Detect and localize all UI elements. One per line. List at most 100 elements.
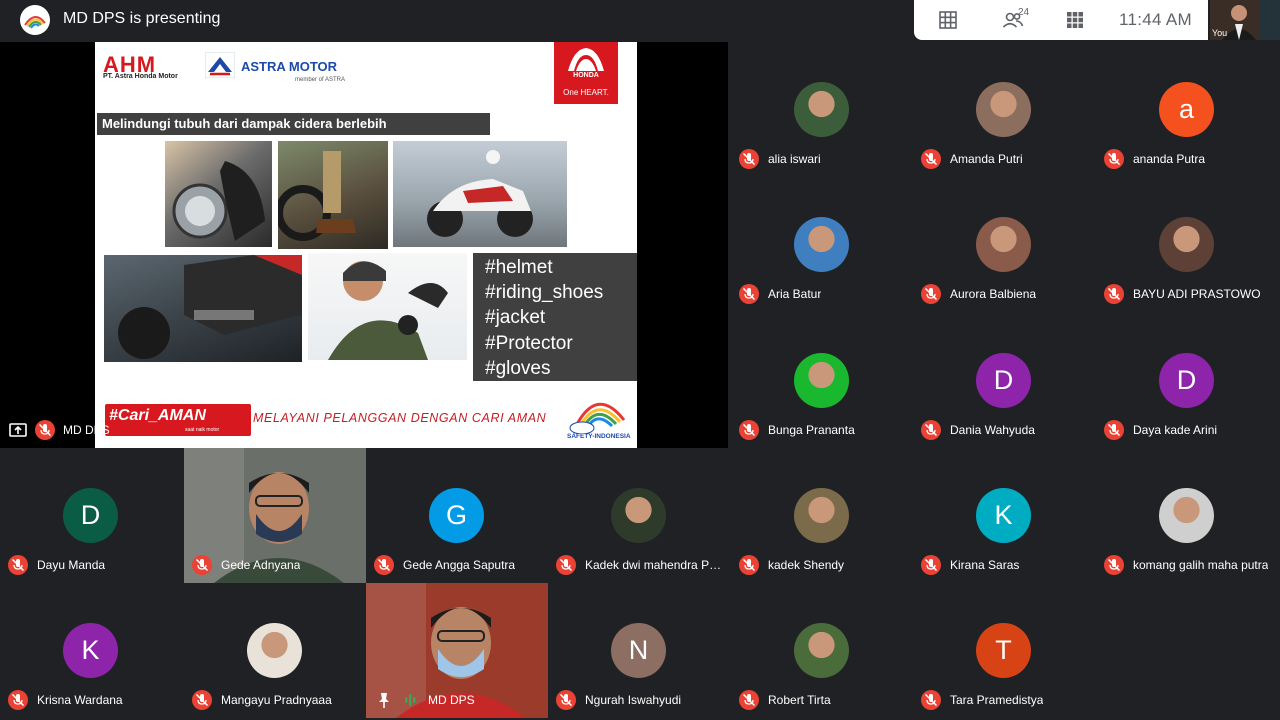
participant-tile[interactable]: Amanda Putri bbox=[913, 42, 1095, 177]
hashtag-item: #Protector bbox=[485, 332, 573, 354]
participant-tile[interactable]: G Gede Angga Saputra bbox=[366, 448, 548, 583]
pin-icon[interactable] bbox=[374, 690, 394, 710]
participant-name: Bunga Prananta bbox=[768, 423, 855, 437]
participant-tile[interactable]: alia iswari bbox=[731, 42, 913, 177]
participant-name: komang galih maha putra bbox=[1133, 558, 1269, 572]
mic-off-icon bbox=[192, 555, 212, 575]
mic-off-icon bbox=[1104, 420, 1124, 440]
participant-tile[interactable]: Bunga Prananta bbox=[731, 313, 913, 448]
participant-name: kadek Shendy bbox=[768, 558, 845, 572]
meeting-logo-icon bbox=[20, 5, 50, 35]
presentation-stage: AHM PT. Astra Honda Motor ASTRA MOTOR me… bbox=[0, 42, 728, 448]
helmet-rider-photo bbox=[165, 141, 272, 247]
astra-subtitle: member of ASTRA bbox=[295, 77, 346, 83]
present-screen-icon[interactable] bbox=[8, 420, 28, 440]
mic-off-icon bbox=[739, 284, 759, 304]
mic-off-icon bbox=[8, 690, 28, 710]
participant-name: Kirana Saras bbox=[950, 558, 1020, 572]
mic-off-icon bbox=[739, 690, 759, 710]
avatar-photo bbox=[976, 217, 1031, 272]
hashtag-item: #jacket bbox=[485, 307, 546, 329]
participant-tile[interactable]: MD DPS bbox=[366, 583, 548, 718]
slide-heading: Melindungi tubuh dari dampak cidera berl… bbox=[97, 113, 490, 135]
rider-gear-photo bbox=[104, 255, 302, 362]
avatar-photo bbox=[794, 217, 849, 272]
participant-tile[interactable]: a ananda Putra bbox=[1096, 42, 1278, 177]
participant-name: Aurora Balbiena bbox=[950, 287, 1037, 301]
hashtag-item: #helmet bbox=[485, 257, 553, 278]
participant-tile[interactable]: Aria Batur bbox=[731, 177, 913, 312]
participant-name: Krisna Wardana bbox=[37, 693, 123, 707]
mic-off-icon bbox=[739, 420, 759, 440]
participant-tile[interactable]: D Dania Wahyuda bbox=[913, 313, 1095, 448]
avatar-photo bbox=[1159, 217, 1214, 272]
participant-tile[interactable]: komang galih maha putra bbox=[1096, 448, 1278, 583]
self-view-thumbnail[interactable]: You bbox=[1210, 0, 1280, 40]
participant-name: Gede Angga Saputra bbox=[403, 558, 516, 572]
participant-tile[interactable]: K Krisna Wardana bbox=[0, 583, 182, 718]
avatar-letter: K bbox=[976, 488, 1031, 543]
participant-name: Gede Adnyana bbox=[221, 558, 301, 572]
presentation-slide: AHM PT. Astra Honda Motor ASTRA MOTOR me… bbox=[95, 42, 637, 448]
safety-indonesia-text: SAFETY-INDONESIA bbox=[567, 433, 631, 440]
participant-tile[interactable]: Mangayu Pradnyaaa bbox=[184, 583, 366, 718]
cari-aman-text: #Cari_AMAN bbox=[109, 407, 206, 424]
honda-slogan: One HEART. bbox=[563, 88, 609, 97]
cari-aman-subtitle: saat naik motor bbox=[185, 427, 220, 433]
participant-name: Mangayu Pradnyaaa bbox=[221, 693, 332, 707]
participant-tile[interactable]: BAYU ADI PRASTOWO bbox=[1096, 177, 1278, 312]
participant-name: Aria Batur bbox=[768, 287, 822, 301]
participant-tile[interactable]: Kadek dwi mahendra Putr... bbox=[548, 448, 730, 583]
astra-motor-brand: ASTRA MOTOR bbox=[241, 59, 338, 74]
participant-tile[interactable]: Gede Adnyana bbox=[184, 448, 366, 583]
top-bar: MD DPS is presenting 11:44 AM 24 You bbox=[0, 0, 1280, 40]
participant-tile[interactable]: N Ngurah Iswahyudi bbox=[548, 583, 730, 718]
participant-name: Ngurah Iswahyudi bbox=[585, 693, 682, 707]
avatar-letter: a bbox=[1159, 82, 1214, 137]
participant-tile[interactable]: D Dayu Manda bbox=[0, 448, 182, 583]
gloves-rider-photo bbox=[308, 253, 467, 360]
avatar-photo bbox=[611, 488, 666, 543]
slide-slogan: MELAYANI PELANGGAN DENGAN CARI AMAN bbox=[253, 411, 547, 425]
mic-off-icon bbox=[8, 555, 28, 575]
participant-tile[interactable]: kadek Shendy bbox=[731, 448, 913, 583]
participant-name: BAYU ADI PRASTOWO bbox=[1133, 287, 1261, 301]
avatar-letter: N bbox=[611, 623, 666, 678]
avatar-letter: D bbox=[63, 488, 118, 543]
presenting-label: MD DPS is presenting bbox=[63, 10, 221, 27]
participant-tile[interactable]: Aurora Balbiena bbox=[913, 177, 1095, 312]
participant-tile[interactable]: D Daya kade Arini bbox=[1096, 313, 1278, 448]
avatar-photo bbox=[794, 623, 849, 678]
mic-off-icon bbox=[1104, 284, 1124, 304]
honda-brand-text: HONDA bbox=[573, 72, 599, 79]
participant-tile[interactable]: Robert Tirta bbox=[731, 583, 913, 718]
participant-name: Daya kade Arini bbox=[1133, 423, 1218, 437]
avatar-photo bbox=[1159, 488, 1214, 543]
activities-icon[interactable] bbox=[1065, 10, 1085, 30]
honda-logo: HONDA One HEART. bbox=[554, 42, 618, 104]
clock: 11:44 AM bbox=[1119, 10, 1192, 29]
participant-name: MD DPS bbox=[428, 693, 475, 707]
cari-aman-logo: #Cari_AMAN saat naik motor bbox=[105, 404, 251, 436]
avatar-letter: D bbox=[1159, 353, 1214, 408]
mic-off-icon bbox=[192, 690, 212, 710]
participant-name: alia iswari bbox=[768, 152, 821, 166]
avatar-letter: D bbox=[976, 353, 1031, 408]
mic-off-icon bbox=[921, 555, 941, 575]
mic-off-icon bbox=[374, 555, 394, 575]
participant-name: Dayu Manda bbox=[37, 558, 106, 572]
mic-off-icon bbox=[556, 690, 576, 710]
participant-count: 24 bbox=[1018, 7, 1030, 18]
hashtag-item: #gloves bbox=[485, 357, 551, 379]
avatar-photo bbox=[976, 82, 1031, 137]
avatar-letter: G bbox=[429, 488, 484, 543]
grid-layout-icon[interactable] bbox=[938, 10, 958, 30]
participant-tile[interactable]: K Kirana Saras bbox=[913, 448, 1095, 583]
participant-name: Kadek dwi mahendra Putr... bbox=[585, 558, 727, 572]
avatar-letter: K bbox=[63, 623, 118, 678]
presenter-mute-icon bbox=[35, 420, 55, 440]
participant-tile[interactable]: T Tara Pramedistya bbox=[913, 583, 1095, 718]
avatar-photo bbox=[794, 353, 849, 408]
mic-off-icon bbox=[921, 690, 941, 710]
audio-level-icon bbox=[400, 690, 420, 710]
